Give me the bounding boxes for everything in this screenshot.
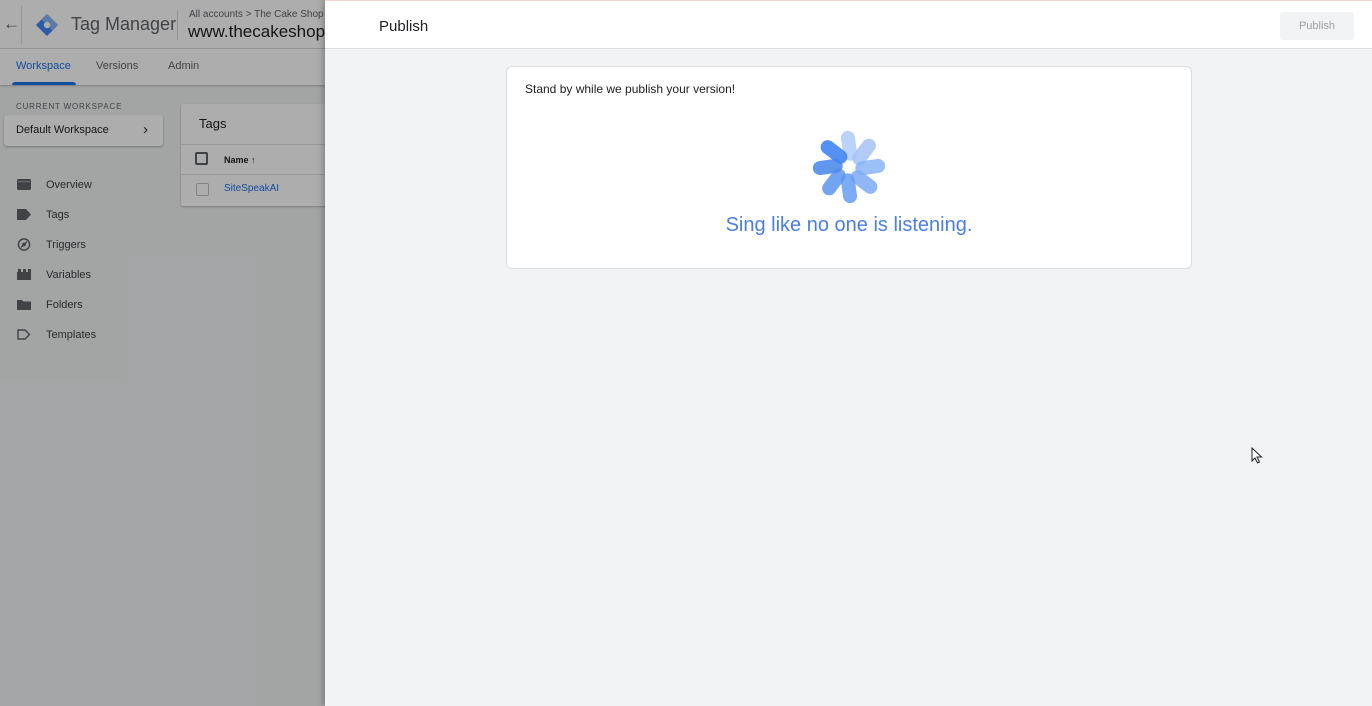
loading-spinner-icon: [812, 130, 886, 204]
status-message: Stand by while we publish your version!: [525, 82, 736, 96]
mouse-cursor-icon: [1251, 447, 1263, 464]
publish-panel: Publish Publish Stand by while we publis…: [325, 0, 1372, 706]
loading-quote: Sing like no one is listening.: [725, 214, 973, 236]
panel-title: Publish: [379, 18, 429, 35]
publish-status-card: Stand by while we publish your version! …: [506, 66, 1192, 269]
publish-button[interactable]: Publish: [1280, 12, 1354, 40]
publish-panel-header: Publish Publish: [325, 0, 1372, 49]
